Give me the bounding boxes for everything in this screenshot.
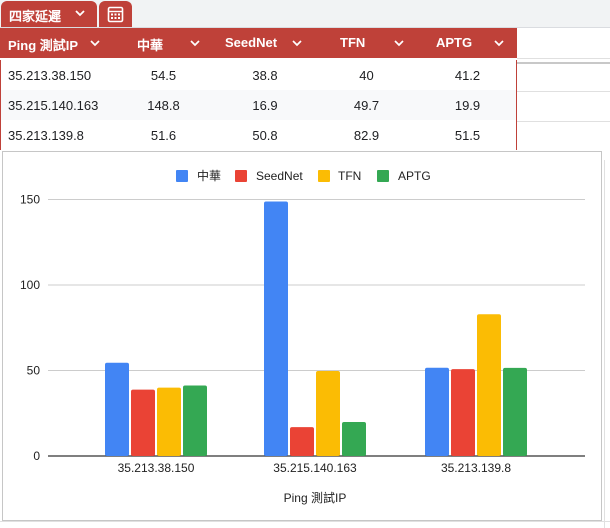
- bar: [477, 314, 501, 456]
- x-axis-title: Ping 測試IP: [284, 490, 347, 505]
- bar-chart: 0 50 100 150 35.213.38.150 35.215.140.163 35.2…: [20, 168, 585, 505]
- bar: [451, 369, 475, 456]
- bar: [342, 421, 366, 456]
- cell-value: 50.8: [252, 128, 278, 143]
- column-header-ip[interactable]: Ping 測試IP: [0, 28, 112, 58]
- x-tick-label: 35.213.139.8: [441, 461, 511, 475]
- grid-line: [604, 160, 605, 528]
- legend-label: 中華: [197, 168, 221, 183]
- legend-label: SeedNet: [256, 169, 303, 183]
- table-row[interactable]: 35.213.139.8 51.6 50.8 82.9 51.5: [0, 120, 517, 150]
- cell-value: 16.9: [252, 98, 278, 113]
- cell-value: 19.9: [454, 98, 481, 113]
- table-header-row: Ping 測試IP 中華 SeedNet TFN APTG: [0, 28, 517, 58]
- cell-ip: 35.213.38.150: [8, 68, 92, 83]
- legend-swatch: [176, 170, 188, 182]
- x-tick-label: 35.215.140.163: [273, 461, 357, 475]
- y-tick-label: 100: [20, 278, 40, 292]
- bar: [131, 389, 155, 456]
- row-divider: [517, 91, 610, 92]
- calculator-icon: [107, 6, 124, 23]
- bar: [183, 385, 207, 456]
- column-header-label: 中華: [137, 38, 164, 53]
- empty-header-cell: [517, 28, 610, 59]
- filter-dropdown-icon[interactable]: [493, 37, 505, 49]
- cell-value: 51.6: [150, 128, 177, 143]
- y-tick-label: 0: [33, 449, 40, 463]
- cell-value: 49.7: [353, 98, 380, 113]
- cell-value: 54.5: [150, 68, 177, 83]
- cell-value: 82.9: [353, 128, 380, 143]
- legend-label: TFN: [338, 169, 361, 183]
- y-tick-label: 150: [20, 193, 40, 207]
- column-header-label: SeedNet: [225, 35, 278, 50]
- legend-swatch: [377, 170, 389, 182]
- table-row[interactable]: 35.213.38.150 54.5 38.8 40 41.2: [0, 60, 517, 90]
- bar: [157, 387, 181, 456]
- y-tick-label: 50: [27, 364, 41, 378]
- sheet-tab-bar: 四家延遲: [0, 0, 610, 28]
- bar: [503, 367, 527, 456]
- sheet-tab[interactable]: 四家延遲: [1, 1, 97, 27]
- column-header-cht[interactable]: 中華: [112, 28, 213, 58]
- legend-swatch: [318, 170, 330, 182]
- column-header-label: APTG: [436, 35, 473, 50]
- cell-value: 41.2: [454, 68, 481, 83]
- table-row[interactable]: 35.215.140.163 148.8 16.9 49.7 19.9: [0, 90, 517, 120]
- bar: [264, 201, 288, 456]
- bar: [425, 367, 449, 456]
- filter-dropdown-icon[interactable]: [189, 37, 201, 49]
- column-header-tfn[interactable]: TFN: [315, 28, 416, 58]
- cell-value: 51.5: [454, 128, 481, 143]
- cell-ip: 35.213.139.8: [8, 128, 84, 143]
- sheet-tab-label: 四家延遲: [9, 9, 62, 24]
- cell-value: 38.8: [252, 68, 278, 83]
- bar: [290, 427, 314, 456]
- column-header-seednet[interactable]: SeedNet: [213, 28, 315, 58]
- filter-dropdown-icon[interactable]: [291, 37, 303, 49]
- legend-swatch: [235, 170, 247, 182]
- column-header-label: Ping 測試IP: [8, 38, 79, 53]
- chevron-down-icon[interactable]: [73, 6, 87, 20]
- calculator-button[interactable]: [99, 1, 132, 27]
- x-tick-label: 35.213.38.150: [118, 461, 195, 475]
- column-header-label: TFN: [340, 35, 366, 50]
- cell-value: 40: [359, 68, 374, 83]
- cell-ip: 35.215.140.163: [8, 98, 99, 113]
- legend-label: APTG: [398, 169, 431, 183]
- filter-dropdown-icon[interactable]: [89, 37, 101, 49]
- bar: [316, 371, 340, 456]
- row-divider: [517, 62, 610, 64]
- column-header-aptg[interactable]: APTG: [416, 28, 517, 58]
- bar: [105, 362, 129, 456]
- filter-dropdown-icon[interactable]: [393, 37, 405, 49]
- row-divider: [517, 121, 610, 122]
- cell-value: 148.8: [147, 98, 180, 113]
- chart-container[interactable]: 0 50 100 150 35.213.38.150 35.215.140.163 35.2…: [2, 151, 602, 521]
